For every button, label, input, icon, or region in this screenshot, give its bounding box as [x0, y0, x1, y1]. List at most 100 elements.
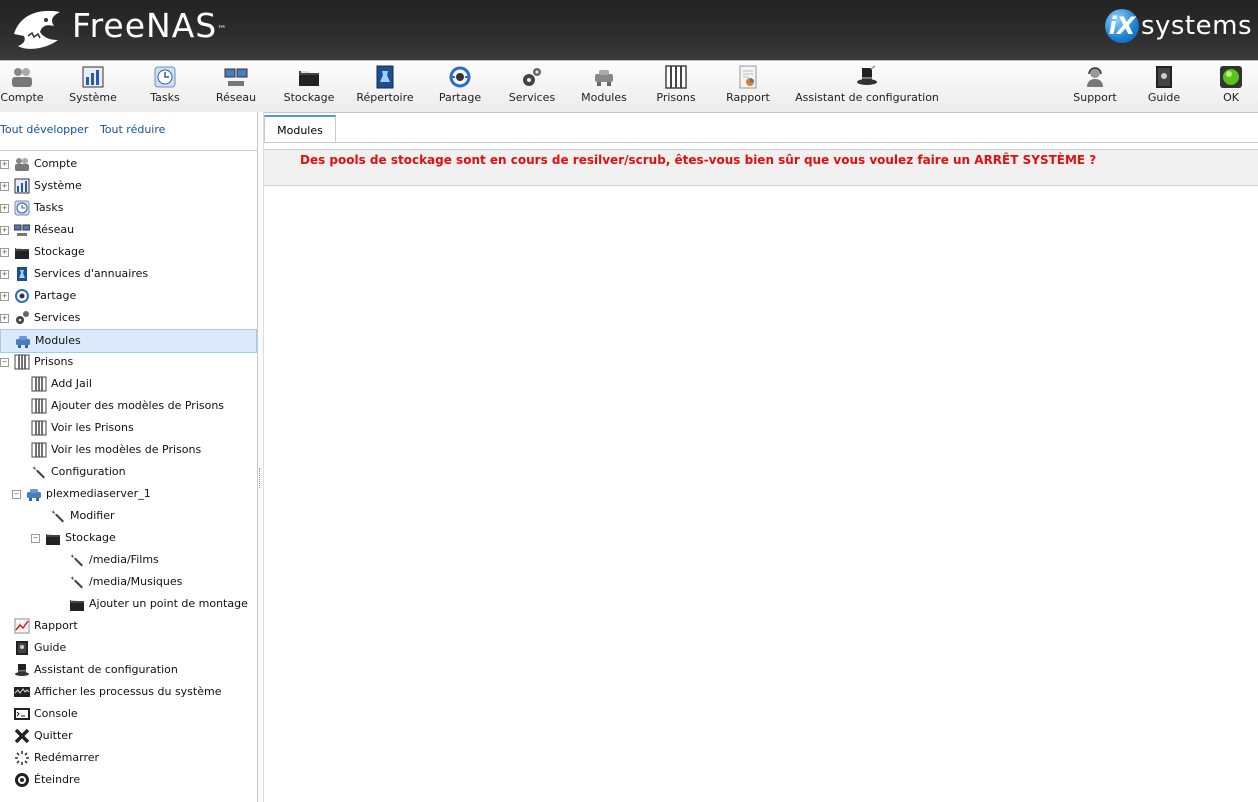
sidebar-item-label: Stockage: [34, 245, 85, 258]
sidebar-item-voir-les-prisons[interactable]: Voir les Prisons: [12, 417, 134, 439]
sidebar-item-label: plexmediaserver_1: [46, 487, 151, 500]
sidebar-item-label: Système: [34, 179, 82, 192]
sidebar-item-label: Prisons: [34, 355, 74, 368]
wrench-icon: [69, 574, 85, 590]
jail-icon: [31, 398, 47, 414]
toolbar-prisons-button[interactable]: Prisons: [652, 65, 700, 109]
tree-toggle-icon[interactable]: +: [0, 225, 9, 235]
support-icon: [1087, 67, 1103, 87]
sidebar-item-guide[interactable]: Guide: [0, 637, 66, 659]
users-icon: [14, 156, 30, 172]
gears-icon: [523, 68, 541, 86]
pane-splitter[interactable]: [258, 112, 264, 802]
tree-toggle-icon[interactable]: +: [0, 159, 9, 169]
sidebar-item-prisons[interactable]: − Prisons: [0, 351, 73, 373]
restart-spinner-icon: [14, 750, 30, 766]
sidebar-item-services-d-annuaires[interactable]: + Services d'annuaires: [0, 263, 148, 285]
plugin-icon: [595, 70, 613, 86]
sidebar-item-stockage[interactable]: − Stockage: [31, 527, 116, 549]
jail-icon: [31, 376, 47, 392]
network-icon: [224, 68, 248, 86]
tree-toggle-icon[interactable]: +: [0, 203, 9, 213]
sidebar-item-red-marrer[interactable]: Redémarrer: [0, 747, 99, 769]
tree-toggle-icon[interactable]: +: [0, 247, 9, 257]
process-monitor-icon: [14, 684, 30, 700]
sidebar-item-label: Rapport: [34, 619, 78, 632]
sidebar-item-label: Partage: [34, 289, 77, 302]
sidebar-item-voir-les-mod-les-de-prisons[interactable]: Voir les modèles de Prisons: [12, 439, 201, 461]
tree-toggle-icon[interactable]: −: [31, 533, 40, 543]
sidebar-item-label: Modules: [35, 334, 81, 347]
tree-toggle-icon[interactable]: +: [0, 181, 9, 191]
tree-toggle-icon[interactable]: +: [0, 291, 9, 301]
sidebar-item-compte[interactable]: + Compte: [0, 153, 77, 175]
toolbar-compte-button[interactable]: Compte: [0, 65, 44, 109]
sidebar-item-media-musiques[interactable]: /media/Musiques: [50, 571, 182, 593]
toolbar-partage-button[interactable]: Partage: [437, 65, 483, 109]
status-ok-icon: [1220, 66, 1242, 88]
sidebar-item-r-seau[interactable]: + Réseau: [0, 219, 74, 241]
share-icon: [14, 288, 30, 304]
sidebar-item-label: Ajouter des modèles de Prisons: [51, 399, 225, 412]
sidebar-item-modifier[interactable]: Modifier: [31, 505, 114, 527]
sidebar-item-label: /media/Films: [89, 553, 159, 566]
toolbar-repertoire-button[interactable]: Répertoire: [354, 65, 416, 109]
sidebar-item-console[interactable]: Console: [0, 703, 78, 725]
splitter-grip[interactable]: [259, 468, 262, 488]
sidebar-item-modules[interactable]: Modules: [0, 329, 257, 353]
power-icon: [14, 772, 30, 788]
toolbar-rapport-button[interactable]: Rapport: [724, 65, 772, 109]
warning-panel: Des pools de stockage sont en cours de r…: [264, 149, 1258, 186]
network-icon: [13, 222, 31, 238]
expand-all-link[interactable]: Tout développer: [0, 123, 88, 136]
sidebar-item-partage[interactable]: + Partage: [0, 285, 76, 307]
freenas-shark-logo-icon: [14, 10, 60, 49]
toolbar-support-button[interactable]: Support: [1071, 65, 1119, 109]
tree-toggle-icon[interactable]: −: [12, 489, 21, 499]
sidebar-item-label: Afficher les processus du système: [34, 685, 222, 698]
sidebar-item-tasks[interactable]: + Tasks: [0, 197, 63, 219]
toolbar-tasks-button[interactable]: Tasks: [145, 65, 185, 109]
sidebar-item-services[interactable]: + Services: [0, 307, 80, 329]
console-icon: [14, 706, 30, 722]
sidebar-item-rapport[interactable]: Rapport: [0, 615, 78, 637]
sidebar-item-label: Ajouter un point de montage: [89, 597, 248, 610]
toolbar-status-ok-button[interactable]: OK: [1212, 65, 1250, 109]
toolbar-stockage-button[interactable]: Stockage: [282, 65, 336, 109]
sidebar-item-afficher-les-processus-du-syst-me[interactable]: Afficher les processus du système: [0, 681, 221, 703]
sidebar-item-media-films[interactable]: /media/Films: [50, 549, 159, 571]
toolbar-services-button[interactable]: Services: [507, 65, 557, 109]
logout-x-icon: [14, 728, 30, 744]
clock-icon: [154, 66, 176, 88]
sidebar-item-label: Services d'annuaires: [34, 267, 149, 280]
toolbar-modules-button[interactable]: Modules: [580, 65, 628, 109]
sidebar-item-ajouter-un-point-de-montage[interactable]: Ajouter un point de montage: [50, 593, 248, 615]
toolbar-assistant-button[interactable]: Assistant de configuration: [794, 65, 940, 109]
tab-modules[interactable]: Modules: [264, 115, 336, 142]
sidebar-item-label: Voir les Prisons: [51, 421, 134, 434]
system-chart-icon: [82, 66, 104, 88]
toolbar-systeme-button[interactable]: Système: [66, 65, 120, 109]
partner-name: systems: [1140, 11, 1252, 41]
wrench-icon: [50, 508, 66, 524]
gears-icon: [14, 310, 30, 326]
sidebar-item-quitter[interactable]: Quitter: [0, 725, 73, 747]
tree-toggle-icon[interactable]: −: [0, 357, 9, 367]
sidebar-item-ajouter-des-mod-les-de-prisons[interactable]: Ajouter des modèles de Prisons: [12, 395, 224, 417]
tree-toggle-icon[interactable]: +: [0, 313, 9, 323]
sidebar-item-label: /media/Musiques: [89, 575, 183, 588]
sidebar-item-assistant-de-configuration[interactable]: Assistant de configuration: [0, 659, 178, 681]
sidebar-item-teindre[interactable]: Éteindre: [0, 769, 80, 791]
toolbar-guide-button[interactable]: Guide: [1144, 65, 1184, 109]
main-toolbar: Compte Système Tasks Réseau Stockage Rép…: [0, 60, 1258, 113]
collapse-all-link[interactable]: Tout réduire: [100, 123, 165, 136]
jail-icon: [665, 65, 687, 89]
tree-toggle-icon[interactable]: +: [0, 269, 9, 279]
sidebar-item-stockage[interactable]: + Stockage: [0, 241, 85, 263]
sidebar-item-plexmediaserver-1[interactable]: − plexmediaserver_1: [12, 483, 151, 505]
sidebar-item-label: Compte: [34, 157, 78, 170]
toolbar-reseau-button[interactable]: Réseau: [213, 65, 259, 109]
sidebar-item-add-jail[interactable]: Add Jail: [12, 373, 92, 395]
sidebar-item-configuration[interactable]: Configuration: [12, 461, 126, 483]
sidebar-item-syst-me[interactable]: + Système: [0, 175, 82, 197]
